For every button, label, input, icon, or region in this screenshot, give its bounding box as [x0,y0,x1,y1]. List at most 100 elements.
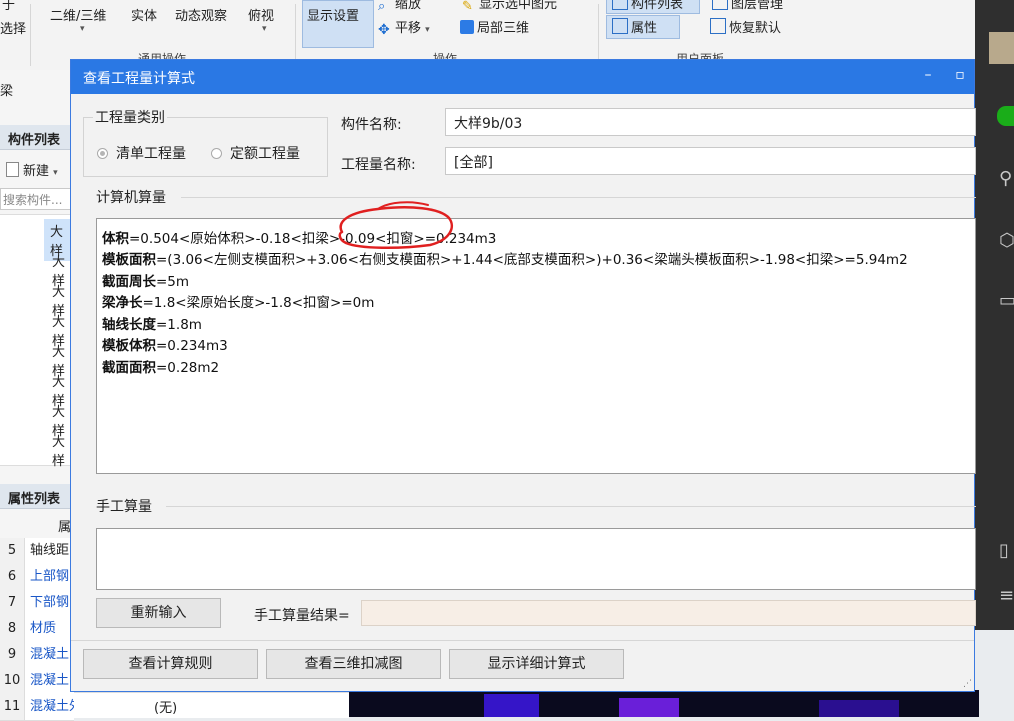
calc-line-section-area: 截面面积=0.28m2 [102,360,220,376]
row-number: 9 [0,642,25,668]
cube-icon [460,20,474,34]
radio-dot [211,148,222,159]
property-list-header: 属性列表 [0,484,74,509]
cube-icon[interactable]: ⬡ [999,230,1014,251]
folder-icon[interactable]: ▭ [999,290,1014,311]
property-row[interactable]: 10 混凝土 [0,668,74,695]
local-3d-button[interactable]: 局部三维 [460,17,529,36]
view-rules-button[interactable]: 查看计算规则 [83,649,258,679]
row-number: 7 [0,590,25,616]
list-icon [612,0,628,10]
minimize-button[interactable]: – [917,67,939,83]
resize-grip-icon[interactable]: ⋰ [963,679,972,689]
view-3d-deduction-button[interactable]: 查看三维扣减图 [266,649,441,679]
ribbon-separator [30,4,31,66]
restore-icon [710,18,726,34]
section-divider [181,197,976,198]
property-row[interactable]: 8 材质 [0,616,74,643]
radio-quota-quantity[interactable]: 定额工程量 [211,143,300,163]
calc-line-volume: 体积=0.504<原始体积>-0.18<扣梁>-0.09<扣窗>=0.234m3 [102,231,497,247]
chevron-down-icon[interactable]: ▾ [262,24,267,34]
select-button[interactable]: 选择 [0,18,26,37]
component-list-label: 构件列表 [612,0,683,12]
scene-element [484,694,539,717]
property-value-strip: (无) [74,692,349,718]
maximize-button[interactable]: ▫ [949,67,971,83]
computer-calc-label: 计算机算量 [96,190,166,206]
pan-icon: ✥ [378,22,390,38]
qty-type-legend: 工程量类别 [93,107,167,127]
pan-button[interactable]: ✥ 平移 ▾ [378,17,430,38]
row-number: 6 [0,564,25,590]
manual-result-label: 手工算量结果= [254,608,350,624]
manual-result-field[interactable] [361,600,976,626]
component-list-header: 构件列表 [0,125,74,150]
calc-line-formwork-area: 模板面积=(3.06<左侧支模面积>+3.06<右侧支模面积>+1.44<底部支… [102,252,908,268]
avatar[interactable] [989,32,1014,64]
component-name-field[interactable]: 大样9b/03 [445,108,976,136]
menu-icon[interactable]: ≡ [999,585,1014,606]
show-selected-button[interactable]: ✎ 显示选中图元 [462,0,557,14]
phone-icon[interactable]: ▯ [999,540,1009,561]
row-number: 5 [0,538,25,564]
reenter-button[interactable]: 重新输入 [96,598,221,628]
view-2d3d-button[interactable]: 二维/三维 [50,5,106,24]
left-panel: 梁 构件列表 新建 ▾ 搜索构件... 大样 大样 大样 大样 大样 大样 大样… [0,70,108,721]
top-view-button[interactable]: 俯视 [248,5,274,24]
display-settings-label: 显示设置 [307,9,360,24]
component-list-title: 构件列表 [8,133,61,148]
property-row[interactable]: 7 下部钢 [0,590,74,617]
ribbon-top-char: 于 [2,0,16,13]
chevron-down-icon[interactable]: ▾ [80,24,85,34]
ribbon-separator [598,4,599,66]
restore-default-button[interactable]: 恢复默认 [710,17,781,36]
new-file-icon [6,162,19,177]
property-name: 混凝土 [30,647,70,662]
manual-calc-label: 手工算量 [96,499,152,515]
calc-line-perimeter: 截面周长=5m [102,274,190,290]
component-name-label: 构件名称: [341,117,402,133]
scene-element [619,698,679,717]
properties-label: 属性 [612,17,657,36]
radio-dot [97,148,108,159]
contacts-icon[interactable]: ⚲ [999,168,1012,189]
property-row[interactable]: 6 上部钢 [0,564,74,591]
qty-name-field[interactable]: [全部] [445,147,976,175]
row-number: 10 [0,668,25,694]
property-row[interactable]: 5 轴线距 [0,538,74,565]
dialog-titlebar[interactable]: 查看工程量计算式 – ▫ [71,60,974,94]
dynamic-view-button[interactable]: 动态观察 [175,5,227,24]
computer-calc-box[interactable]: 体积=0.504<原始体积>-0.18<扣梁>-0.09<扣窗>=0.234m3… [96,218,976,474]
property-name: 下部钢 [30,595,70,610]
floor-selector[interactable]: 梁 [0,80,13,99]
3d-viewport[interactable] [349,690,979,717]
side-app-window: ⚲ ⬡ ▭ ▯ ≡ [975,0,1014,630]
solid-button[interactable]: 实体 [131,5,157,24]
quantity-formula-dialog: 查看工程量计算式 – ▫ 工程量类别 清单工程量 定额工程量 构件名称: 大样9… [70,59,976,692]
property-row[interactable]: 9 混凝土 [0,642,74,669]
new-button[interactable]: 新建 ▾ [6,160,58,179]
property-name: 混凝土 [30,673,70,688]
grid-icon [612,18,628,34]
calc-line-net-length: 梁净长=1.8<梁原始长度>-1.8<扣窗>=0m [102,295,375,311]
row-number: 11 [0,694,25,720]
calc-line-axis-length: 轴线长度=1.8m [102,317,202,333]
row-number: 8 [0,616,25,642]
manual-calc-input[interactable] [96,528,976,590]
property-value[interactable]: (无) [154,697,177,716]
chat-icon[interactable] [997,106,1014,126]
dialog-title: 查看工程量计算式 [83,71,195,87]
property-name: 轴线距 [30,543,70,558]
scene-element [819,700,899,717]
show-detail-formula-button[interactable]: 显示详细计算式 [449,649,624,679]
zoom-button[interactable]: ⌕ 缩放 [378,0,421,14]
footer-divider [71,640,974,641]
section-divider [166,506,976,507]
zoom-icon: ⌕ [378,0,386,14]
qty-name-label: 工程量名称: [341,157,416,173]
search-input[interactable]: 搜索构件... [0,188,74,210]
radio-list-quantity[interactable]: 清单工程量 [97,143,186,163]
layer-mgmt-button[interactable]: 图层管理 [712,0,783,12]
ribbon-separator [295,4,296,66]
search-placeholder: 搜索构件... [3,193,63,207]
